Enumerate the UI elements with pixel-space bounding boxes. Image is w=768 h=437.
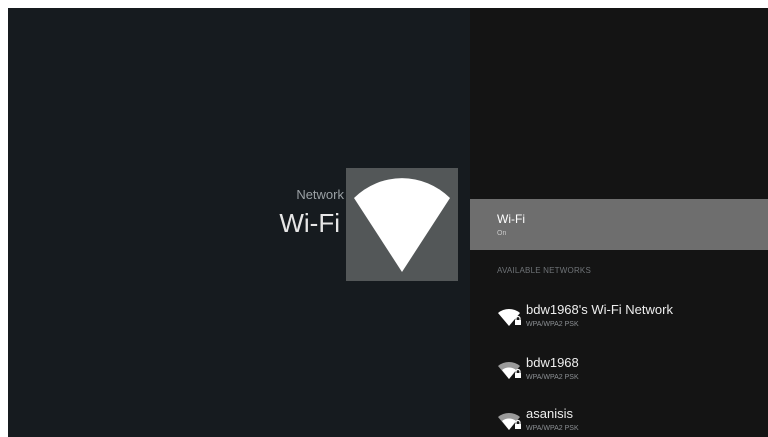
- network-security: WPA/WPA2 PSK: [526, 425, 579, 432]
- breadcrumb: Network: [296, 187, 344, 202]
- tv-settings-screen: Network Wi-Fi Wi-Fi On AVAILABLE NETWORK…: [8, 8, 768, 437]
- settings-list-pane: Wi-Fi On AVAILABLE NETWORKS bdw1968's Wi…: [470, 8, 768, 437]
- wifi-toggle-label: Wi-Fi: [497, 212, 525, 226]
- network-item[interactable]: bdw1968's Wi-Fi Network WPA/WPA2 PSK: [470, 295, 768, 339]
- network-security: WPA/WPA2 PSK: [526, 321, 579, 328]
- wifi-lock-icon: [498, 412, 521, 430]
- wifi-lock-icon: [498, 308, 521, 326]
- network-security: WPA/WPA2 PSK: [526, 374, 579, 381]
- title-pane: Network Wi-Fi: [8, 8, 470, 437]
- network-item[interactable]: asanisis WPA/WPA2 PSK: [470, 399, 768, 437]
- network-name: bdw1968's Wi-Fi Network: [526, 302, 673, 317]
- network-name: bdw1968: [526, 355, 579, 370]
- wifi-lock-icon: [498, 361, 521, 379]
- hero-icon-tile: [346, 168, 458, 281]
- available-networks-header: AVAILABLE NETWORKS: [497, 266, 591, 275]
- wifi-toggle-state: On: [497, 230, 507, 237]
- network-name: asanisis: [526, 406, 573, 421]
- wifi-toggle-item[interactable]: Wi-Fi On: [470, 199, 768, 250]
- network-item[interactable]: bdw1968 WPA/WPA2 PSK: [470, 348, 768, 392]
- wifi-icon: [354, 178, 450, 272]
- page-title: Wi-Fi: [279, 208, 340, 238]
